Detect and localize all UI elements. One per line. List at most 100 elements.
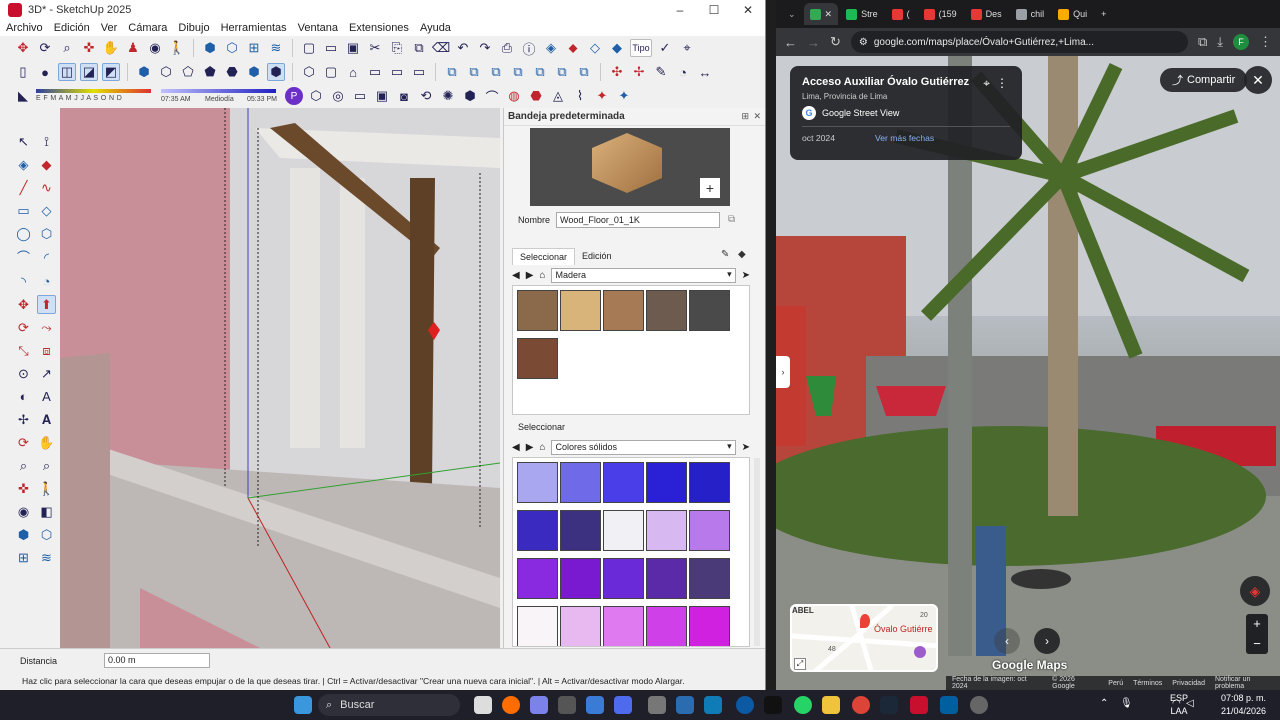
arc3-icon[interactable]: ◝ (14, 272, 33, 291)
street-view-canvas[interactable]: Acceso Auxiliar Óvalo Gutiérrez ⌖ ⋮ Lima… (776, 56, 1280, 690)
steam-icon[interactable] (880, 696, 898, 714)
camera-video-icon[interactable]: ▭ (351, 87, 369, 105)
left-view-icon[interactable]: ⬢ (245, 63, 263, 81)
whatsapp-icon[interactable] (794, 696, 812, 714)
prev-image-button[interactable]: ‹ (994, 628, 1020, 654)
solid-tool-icon[interactable]: ⬣ (527, 87, 545, 105)
details-icon[interactable]: ➤ (742, 270, 750, 281)
expand-map-icon[interactable]: ⤢ (794, 658, 806, 670)
chrome-icon[interactable] (852, 696, 870, 714)
country-link[interactable]: Perú (1108, 680, 1123, 687)
menu-archivo[interactable]: Archivo (6, 22, 43, 34)
axis-icon[interactable]: ✢ (630, 63, 648, 81)
orbit-icon[interactable]: ⟳ (36, 39, 54, 57)
menu-edicion[interactable]: Edición (54, 22, 90, 34)
zoom-left-icon[interactable]: ⌕ (14, 456, 33, 475)
back-edges-icon[interactable]: ◪ (80, 63, 98, 81)
color-swatch[interactable] (517, 462, 558, 503)
circle-icon[interactable]: ◯ (14, 224, 33, 243)
cube-icon[interactable]: ⬢ (461, 87, 479, 105)
pin-location-icon[interactable]: ⌖ (983, 76, 990, 91)
tray-scrollbar[interactable] (754, 458, 760, 646)
share-left-icon[interactable]: ⊞ (14, 548, 33, 567)
protractor-icon[interactable]: ◔ (674, 63, 692, 81)
extensions-icon[interactable]: ⧉ (1198, 34, 1207, 50)
text-icon[interactable]: A (37, 387, 56, 406)
copy-icon[interactable]: ⎘ (388, 39, 406, 57)
location-icon[interactable]: ⌖ (678, 39, 696, 57)
close-street-view-button[interactable]: ✕ (1244, 66, 1272, 94)
more-options-icon[interactable]: ⋮ (996, 76, 1008, 90)
wifi-icon[interactable]: ◠ (1172, 698, 1181, 709)
forward-2-icon[interactable]: ▶ (526, 442, 534, 453)
color-swatch[interactable] (646, 510, 687, 551)
camera-icon[interactable]: ◙ (395, 87, 413, 105)
lasso-icon[interactable]: ⟟ (37, 132, 56, 151)
redo-icon[interactable]: ↷ (476, 39, 494, 57)
arc-tool-icon[interactable]: ⌒ (14, 247, 33, 266)
share-button[interactable]: ⤴ Compartir (1160, 68, 1248, 92)
download-icon[interactable]: ⤓ (1217, 34, 1223, 50)
settings-icon[interactable] (970, 696, 988, 714)
tab-2[interactable]: ( (886, 3, 916, 25)
pan-left-icon[interactable]: ✋ (37, 433, 56, 452)
report-problem-link[interactable]: Notificar un problema (1215, 676, 1280, 690)
tipo-dropdown[interactable]: Tipo (630, 39, 652, 57)
look-around-icon[interactable]: ◉ (146, 39, 164, 57)
shaded-texture-icon[interactable]: ⬢ (267, 63, 285, 81)
user-icon[interactable]: ● (36, 63, 54, 81)
house-icon[interactable]: ⌂ (344, 63, 362, 81)
print-icon[interactable]: ⎙ (498, 39, 516, 57)
shadow-month-slider[interactable]: E F M A M J J A S O N D (36, 86, 151, 106)
shadow-time-slider[interactable]: 07:35 AM Mediodía 05:33 PM (161, 86, 281, 106)
forward-arrow-icon[interactable]: → (807, 35, 820, 50)
wood-swatch[interactable] (603, 290, 644, 331)
rect2-icon[interactable]: ▭ (410, 63, 428, 81)
zoom-icon[interactable]: ⌕ (58, 39, 76, 57)
section-plane-icon[interactable]: ◈ (542, 39, 560, 57)
teams-icon[interactable] (530, 696, 548, 714)
walk-left-icon[interactable]: 🚶 (37, 479, 56, 498)
pen-icon[interactable] (586, 696, 604, 714)
back-icon[interactable]: ◀ (512, 270, 520, 281)
open-file-icon[interactable]: ▭ (322, 39, 340, 57)
menu-ventana[interactable]: Ventana (298, 22, 338, 34)
scale-icon[interactable]: ⤡ (14, 341, 33, 360)
tab-search-icon[interactable]: ⌄ (782, 3, 802, 25)
color-swatch[interactable] (560, 462, 601, 503)
frame-icon[interactable]: ▭ (366, 63, 384, 81)
home-2-icon[interactable]: ⌂ (539, 442, 545, 453)
group7-icon[interactable]: ⧉ (575, 63, 593, 81)
color-swatch[interactable] (689, 606, 730, 646)
back-2-icon[interactable]: ◀ (512, 442, 520, 453)
zoom-in-button[interactable]: + (1246, 614, 1268, 634)
zoom-window-icon[interactable]: ⌕ (37, 456, 56, 475)
polygon-icon[interactable]: ⬡ (37, 224, 56, 243)
color-swatch[interactable] (603, 462, 644, 503)
back-view-icon[interactable]: ⬣ (223, 63, 241, 81)
group6-icon[interactable]: ⧉ (553, 63, 571, 81)
orbit-left-icon[interactable]: ⟳ (14, 433, 33, 452)
create-material-icon[interactable]: + (700, 178, 720, 198)
color-swatch[interactable] (560, 606, 601, 646)
front-view-icon[interactable]: ⬠ (179, 63, 197, 81)
minimize-button[interactable]: – (663, 0, 697, 20)
system-clock[interactable]: 07:08 p. m. 21/04/2026 (1221, 692, 1266, 718)
dimension-tool-icon[interactable]: ↗ (37, 364, 56, 383)
extension-warehouse-icon[interactable]: ⬡ (223, 39, 241, 57)
share-model-icon[interactable]: ⊞ (245, 39, 263, 57)
ext-warehouse-left-icon[interactable]: ⬡ (37, 525, 56, 544)
task-view-icon[interactable] (474, 696, 492, 714)
freehand-icon[interactable]: ∿ (37, 178, 56, 197)
move-red-icon[interactable]: ✦ (593, 87, 611, 105)
wood-swatch[interactable] (560, 290, 601, 331)
save-icon[interactable]: ▣ (344, 39, 362, 57)
color-swatch[interactable] (517, 510, 558, 551)
outlook-icon[interactable] (614, 696, 632, 714)
color-swatch[interactable] (689, 510, 730, 551)
arc2-icon[interactable]: ◜ (37, 249, 56, 268)
menu-herramientas[interactable]: Herramientas (221, 22, 287, 34)
library-dropdown-1[interactable]: Madera (551, 267, 736, 283)
library-dropdown-2[interactable]: Colores sólidos (551, 439, 736, 455)
section-fill-icon[interactable]: ◆ (608, 39, 626, 57)
